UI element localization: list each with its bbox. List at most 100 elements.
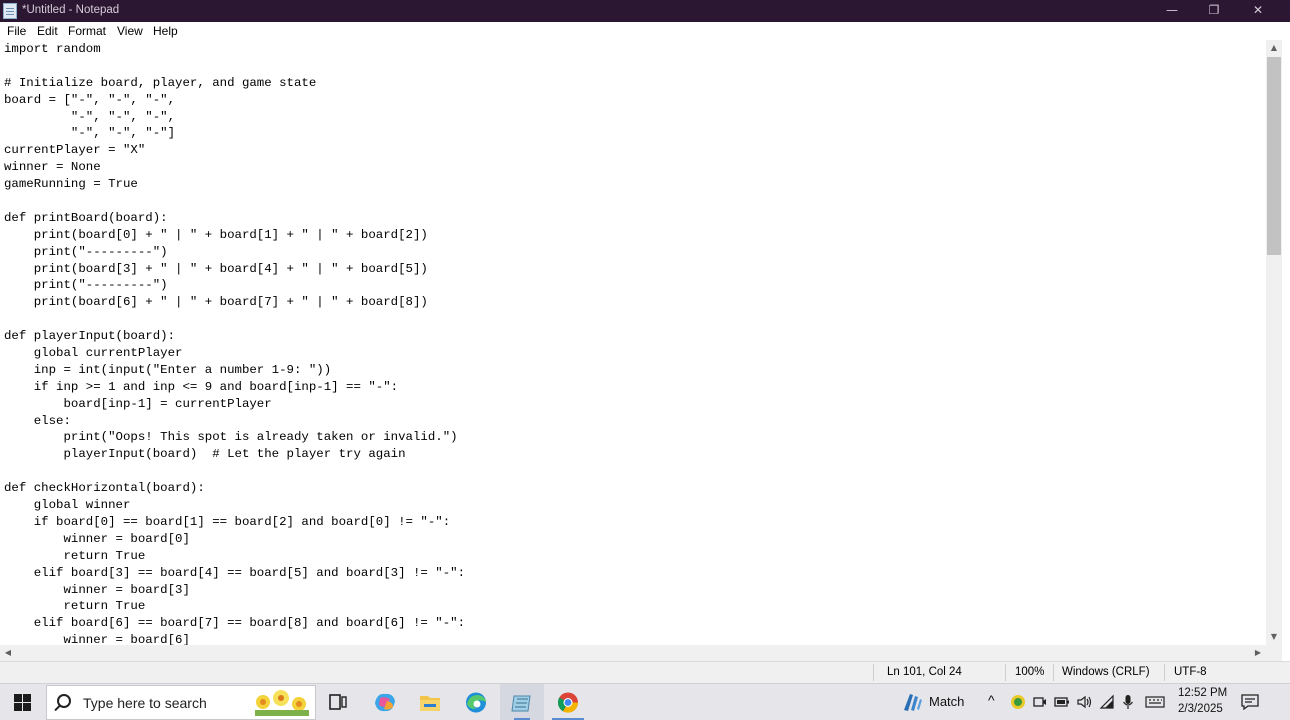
code-line: global winner bbox=[4, 498, 131, 513]
menu-help[interactable]: Help bbox=[153, 24, 178, 38]
chevron-up-icon: ^ bbox=[988, 692, 995, 708]
wifi-icon bbox=[1099, 694, 1114, 709]
status-zoom: 100% bbox=[1015, 666, 1045, 678]
code-line: winner = board[6] bbox=[4, 633, 190, 645]
code-line: gameRunning = True bbox=[4, 177, 138, 192]
shield-status-icon bbox=[1011, 695, 1025, 709]
task-view-icon bbox=[329, 694, 347, 710]
copilot-icon bbox=[375, 693, 395, 712]
notepad-icon bbox=[3, 3, 17, 19]
status-encoding: UTF-8 bbox=[1174, 666, 1207, 678]
code-line: global currentPlayer bbox=[4, 346, 183, 361]
notification-center-button[interactable] bbox=[1236, 684, 1264, 720]
scroll-right-icon[interactable]: ▶ bbox=[1250, 645, 1266, 661]
taskbar-notepad[interactable] bbox=[500, 684, 544, 720]
text-editor[interactable]: import random # Initialize board, player,… bbox=[0, 40, 1266, 645]
code-line: winner = None bbox=[4, 160, 101, 175]
tray-network[interactable] bbox=[1097, 684, 1117, 720]
scroll-up-icon[interactable]: ▲ bbox=[1266, 40, 1282, 56]
code-line: else: bbox=[4, 413, 71, 428]
cricket-widget-icon bbox=[904, 694, 922, 711]
status-cursor-position: Ln 101, Col 24 bbox=[887, 666, 962, 678]
status-separator bbox=[1053, 664, 1054, 681]
start-button[interactable] bbox=[0, 684, 46, 720]
code-line: winner = board[0] bbox=[4, 531, 190, 546]
horizontal-scrollbar[interactable]: ◀ ▶ bbox=[0, 645, 1266, 661]
code-line: return True bbox=[4, 599, 146, 614]
tray-microphone[interactable] bbox=[1119, 684, 1137, 720]
vertical-scrollbar[interactable]: ▲ ▼ bbox=[1266, 40, 1282, 645]
code-line: board = ["-", "-", "-", bbox=[4, 92, 176, 107]
task-view-button[interactable] bbox=[316, 684, 360, 720]
search-icon bbox=[57, 694, 71, 708]
code-line: print(board[3] + " | " + board[4] + " | … bbox=[4, 261, 428, 276]
code-line: elif board[3] == board[4] == board[5] an… bbox=[4, 565, 466, 580]
code-line: "-", "-", "-"] bbox=[4, 126, 176, 141]
code-line: winner = board[3] bbox=[4, 582, 190, 597]
microphone-icon bbox=[1123, 695, 1133, 709]
maximize-button[interactable]: ❐ bbox=[1192, 0, 1236, 22]
menu-edit[interactable]: Edit bbox=[37, 24, 58, 38]
code-line: return True bbox=[4, 548, 146, 563]
code-line: if inp >= 1 and inp <= 9 and board[inp-1… bbox=[4, 379, 399, 394]
tray-battery[interactable] bbox=[1052, 684, 1072, 720]
code-line: print("---------") bbox=[4, 278, 168, 293]
battery-icon bbox=[1054, 697, 1069, 707]
notification-icon bbox=[1241, 694, 1259, 710]
code-line: inp = int(input("Enter a number 1-9: ")) bbox=[4, 362, 332, 377]
code-line: playerInput(board) # Let the player try … bbox=[4, 447, 406, 462]
menu-format[interactable]: Format bbox=[68, 24, 106, 38]
code-line: elif board[6] == board[7] == board[8] an… bbox=[4, 616, 466, 631]
menu-file[interactable]: File bbox=[7, 24, 26, 38]
volume-icon bbox=[1077, 695, 1092, 709]
taskbar-search-box[interactable]: Type here to search bbox=[46, 685, 316, 720]
taskbar-chrome[interactable] bbox=[546, 684, 590, 720]
clock-date: 2/3/2025 bbox=[1178, 703, 1223, 715]
scrollbar-corner bbox=[1266, 645, 1282, 661]
taskbar-file-explorer[interactable] bbox=[408, 684, 452, 720]
tray-overflow-button[interactable]: ^ bbox=[986, 684, 1002, 720]
tray-volume[interactable] bbox=[1074, 684, 1094, 720]
title-bar: *Untitled - Notepad — ❐ ✕ bbox=[0, 0, 1290, 22]
scroll-left-icon[interactable]: ◀ bbox=[0, 645, 16, 661]
status-line-ending: Windows (CRLF) bbox=[1062, 666, 1150, 678]
notepad-app-icon bbox=[511, 695, 531, 712]
window-title: *Untitled - Notepad bbox=[22, 4, 120, 16]
menu-bar: File Edit Format View Help bbox=[0, 22, 1290, 40]
taskbar-copilot[interactable] bbox=[363, 684, 407, 720]
code-line: # Initialize board, player, and game sta… bbox=[4, 75, 317, 90]
code-line: "-", "-", "-", bbox=[4, 109, 176, 124]
code-line: def checkHorizontal(board): bbox=[4, 481, 205, 496]
status-separator bbox=[1164, 664, 1165, 681]
tray-meet-now[interactable] bbox=[1031, 684, 1049, 720]
widget-text: Match bbox=[929, 694, 965, 709]
taskbar-edge[interactable] bbox=[454, 684, 498, 720]
code-line: print("---------") bbox=[4, 244, 168, 259]
clock-time: 12:52 PM bbox=[1178, 687, 1228, 699]
minimize-button[interactable]: — bbox=[1150, 0, 1194, 22]
tray-keyboard[interactable] bbox=[1143, 684, 1167, 720]
code-line: import random bbox=[4, 42, 101, 56]
scroll-down-icon[interactable]: ▼ bbox=[1266, 629, 1282, 645]
tray-app-icon[interactable] bbox=[1008, 684, 1028, 720]
editor-content[interactable]: import random # Initialize board, player,… bbox=[4, 41, 465, 645]
vertical-scroll-thumb[interactable] bbox=[1267, 57, 1281, 255]
folder-icon bbox=[420, 696, 440, 711]
tray-clock[interactable]: 12:52 PM 2/3/2025 bbox=[1172, 684, 1228, 720]
menu-view[interactable]: View bbox=[117, 24, 143, 38]
code-line: board[inp-1] = currentPlayer bbox=[4, 396, 272, 411]
code-line: print(board[6] + " | " + board[7] + " | … bbox=[4, 295, 428, 310]
code-line: print("Oops! This spot is already taken … bbox=[4, 430, 458, 445]
keyboard-icon bbox=[1145, 696, 1165, 708]
edge-browser-icon bbox=[466, 692, 486, 713]
camera-icon bbox=[1033, 697, 1046, 707]
status-separator bbox=[873, 664, 874, 681]
close-button[interactable]: ✕ bbox=[1236, 0, 1280, 22]
status-bar: Ln 101, Col 24 100% Windows (CRLF) UTF-8 bbox=[0, 661, 1290, 683]
status-separator bbox=[1005, 664, 1006, 681]
widgets-button[interactable]: Match bbox=[896, 684, 976, 720]
